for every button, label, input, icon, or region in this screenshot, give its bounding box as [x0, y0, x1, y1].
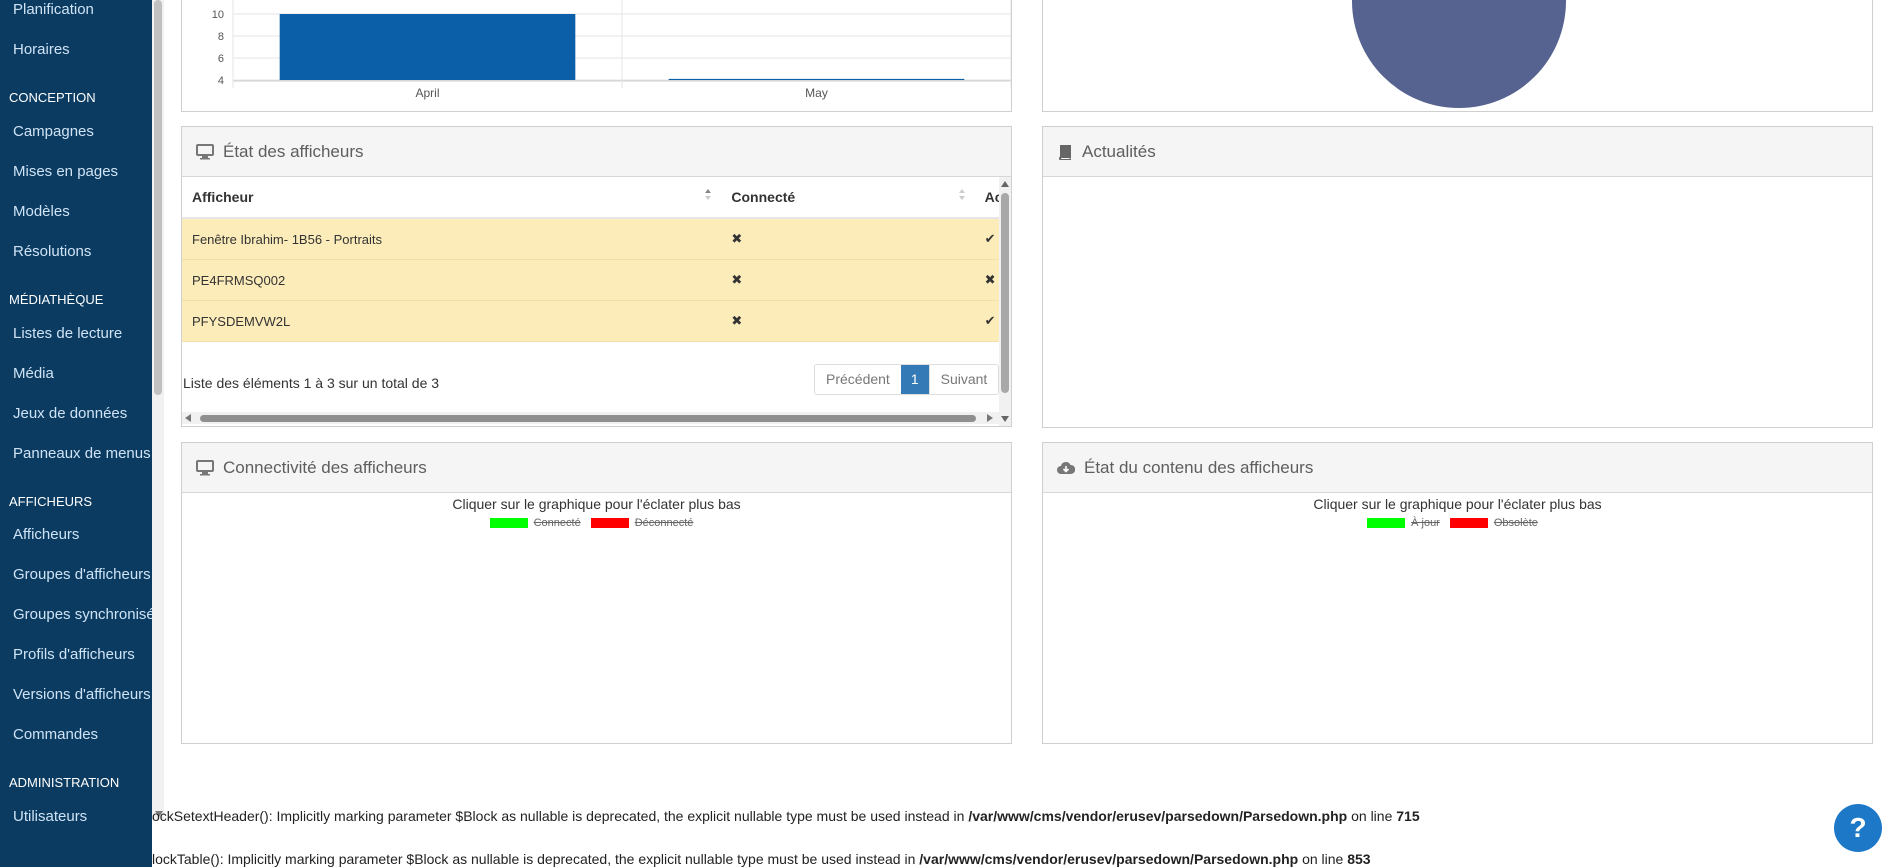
scroll-down-arrow[interactable]	[1001, 416, 1009, 422]
connectivity-legend: Connecté Déconnecté	[182, 514, 1011, 532]
table-row[interactable]: PE4FRMSQ002 ✖ ✖	[182, 259, 1000, 301]
pagination: Précédent 1 Suivant	[814, 364, 1000, 395]
display-status-header: État des afficheurs	[182, 127, 1011, 177]
sidebar-item-media[interactable]: Média	[0, 363, 54, 385]
news-panel: Actualités	[1042, 126, 1873, 428]
display-name-cell: Fenêtre Ibrahim- 1B56 - Portraits	[182, 218, 722, 260]
display-name-cell: PFYSDEMVW2L	[182, 300, 722, 342]
content-status-panel: État du contenu des afficheurs Cliquer s…	[1042, 442, 1873, 744]
sidebar-item-mises-en-pages[interactable]: Mises en pages	[0, 161, 118, 183]
table-row[interactable]: Fenêtre Ibrahim- 1B56 - Portraits ✖ ✔	[182, 218, 1000, 260]
display-name-cell: PE4FRMSQ002	[182, 259, 722, 301]
sidebar: Planification Horaires CONCEPTION Campag…	[0, 0, 152, 867]
cloud-download-icon	[1057, 461, 1075, 475]
legend-label-connected[interactable]: Connecté	[534, 517, 581, 529]
column-header-afficheur[interactable]: Afficheur	[182, 177, 722, 219]
pagination-page-1[interactable]: 1	[900, 365, 929, 394]
news-header: Actualités	[1043, 127, 1872, 177]
sidebar-scrollbar[interactable]	[152, 0, 164, 820]
sidebar-item-groupes-synchronises[interactable]: Groupes synchronisés	[0, 604, 152, 626]
php-notice: lockTable(): Implicitly marking paramete…	[152, 851, 1371, 867]
connected-status-icon: ✖	[721, 300, 975, 342]
connected-status-icon: ✖	[721, 218, 975, 260]
scroll-up-arrow[interactable]	[1001, 181, 1009, 187]
connectivity-header: Connectivité des afficheurs	[182, 443, 1011, 493]
monitor-icon	[196, 459, 214, 476]
sidebar-scrollbar-thumb[interactable]	[154, 0, 162, 395]
sidebar-item-planification[interactable]: Planification	[0, 0, 94, 21]
x-tick-label: April	[415, 86, 439, 100]
sidebar-item-panneaux-de-menus[interactable]: Panneaux de menus	[0, 443, 151, 465]
connectivity-panel: Connectivité des afficheurs Cliquer sur …	[181, 442, 1012, 744]
column-header-connecte[interactable]: Connecté	[721, 177, 975, 219]
scroll-right-arrow[interactable]	[987, 414, 993, 422]
table-info: Liste des éléments 1 à 3 sur un total de…	[183, 375, 440, 391]
bar-chart-panel: 4 6 8 10 April May	[181, 0, 1012, 112]
sidebar-item-campagnes[interactable]: Campagnes	[0, 121, 94, 143]
news-title: Actualités	[1082, 141, 1156, 161]
legend-label-up-to-date[interactable]: À jour	[1411, 517, 1440, 529]
legend-swatch-obsolete[interactable]	[1449, 517, 1488, 528]
connectivity-hint: Cliquer sur le graphique pour l'éclater …	[452, 496, 741, 512]
sidebar-section-afficheurs: AFFICHEURS	[9, 494, 93, 509]
y-tick-label: 4	[218, 75, 224, 87]
connectivity-title: Connectivité des afficheurs	[223, 457, 427, 477]
monitor-icon	[196, 143, 214, 160]
content-status-hint: Cliquer sur le graphique pour l'éclater …	[1313, 496, 1602, 512]
sidebar-item-resolutions[interactable]: Résolutions	[0, 241, 91, 263]
sidebar-item-profils-afficheurs[interactable]: Profils d'afficheurs	[0, 644, 135, 666]
table-horizontal-scroll-thumb[interactable]	[200, 415, 976, 422]
table-vertical-scrollbar[interactable]	[999, 177, 1011, 426]
bar[interactable]	[279, 14, 576, 80]
legend-label-obsolete[interactable]: Obsolète	[1494, 517, 1538, 529]
y-tick-label: 6	[218, 53, 224, 65]
php-notice: ockSetextHeader(): Implicitly marking pa…	[152, 808, 1420, 824]
sidebar-section-mediatheque: MÉDIATHÈQUE	[9, 292, 104, 307]
connected-status-icon: ✖	[721, 259, 975, 301]
display-status-table: Afficheur Connecté Activé Fenêtre Ibrahi	[182, 177, 1000, 342]
sidebar-item-commandes[interactable]: Commandes	[0, 724, 98, 746]
table-vertical-scroll-thumb[interactable]	[1001, 193, 1009, 393]
active-status-icon: ✔	[974, 218, 1000, 260]
table-row[interactable]: PFYSDEMVW2L ✖ ✔	[182, 300, 1000, 342]
sidebar-item-modeles[interactable]: Modèles	[0, 201, 70, 223]
display-status-title: État des afficheurs	[223, 141, 364, 161]
bar[interactable]	[668, 78, 965, 80]
content-status-legend: À jour Obsolète	[1043, 514, 1872, 532]
sidebar-item-groupes-afficheurs[interactable]: Groupes d'afficheurs	[0, 564, 151, 586]
pie-chart[interactable]	[1043, 0, 1872, 111]
legend-swatch-connected[interactable]	[489, 517, 528, 528]
sort-icon	[705, 189, 712, 200]
table-horizontal-scrollbar[interactable]	[182, 412, 999, 424]
sidebar-item-utilisateurs[interactable]: Utilisateurs	[0, 806, 87, 828]
column-header-active[interactable]: Activé	[974, 177, 1000, 219]
sidebar-item-listes-de-lecture[interactable]: Listes de lecture	[0, 323, 122, 345]
legend-swatch-up-to-date[interactable]	[1367, 517, 1406, 528]
x-tick-label: May	[805, 86, 828, 100]
pie-slice[interactable]	[1352, 0, 1566, 108]
pagination-previous[interactable]: Précédent	[815, 365, 901, 394]
bar-chart[interactable]: 4 6 8 10 April May	[182, 0, 1011, 111]
content-status-header: État du contenu des afficheurs	[1043, 443, 1872, 493]
legend-label-disconnected[interactable]: Déconnecté	[635, 517, 694, 529]
pie-chart-panel	[1042, 0, 1873, 112]
book-icon	[1057, 144, 1073, 160]
y-tick-label: 8	[218, 31, 224, 43]
sidebar-section-conception: CONCEPTION	[9, 90, 96, 105]
pagination-next[interactable]: Suivant	[928, 365, 999, 394]
legend-swatch-disconnected[interactable]	[590, 517, 629, 528]
sidebar-item-jeux-de-donnees[interactable]: Jeux de données	[0, 403, 127, 425]
content-status-title: État du contenu des afficheurs	[1084, 457, 1314, 477]
sidebar-item-horaires[interactable]: Horaires	[0, 39, 70, 61]
sidebar-item-afficheurs[interactable]: Afficheurs	[0, 524, 79, 546]
scroll-left-arrow[interactable]	[185, 414, 191, 422]
sidebar-section-administration: ADMINISTRATION	[9, 775, 120, 790]
active-status-icon: ✖	[974, 259, 1000, 301]
active-status-icon: ✔	[974, 300, 1000, 342]
help-button[interactable]: ?	[1834, 804, 1882, 852]
sidebar-item-versions-afficheurs[interactable]: Versions d'afficheurs	[0, 684, 151, 706]
sort-icon	[958, 189, 965, 200]
y-tick-label: 10	[212, 9, 224, 21]
display-status-panel: État des afficheurs Afficheur Connecté A…	[181, 126, 1012, 427]
